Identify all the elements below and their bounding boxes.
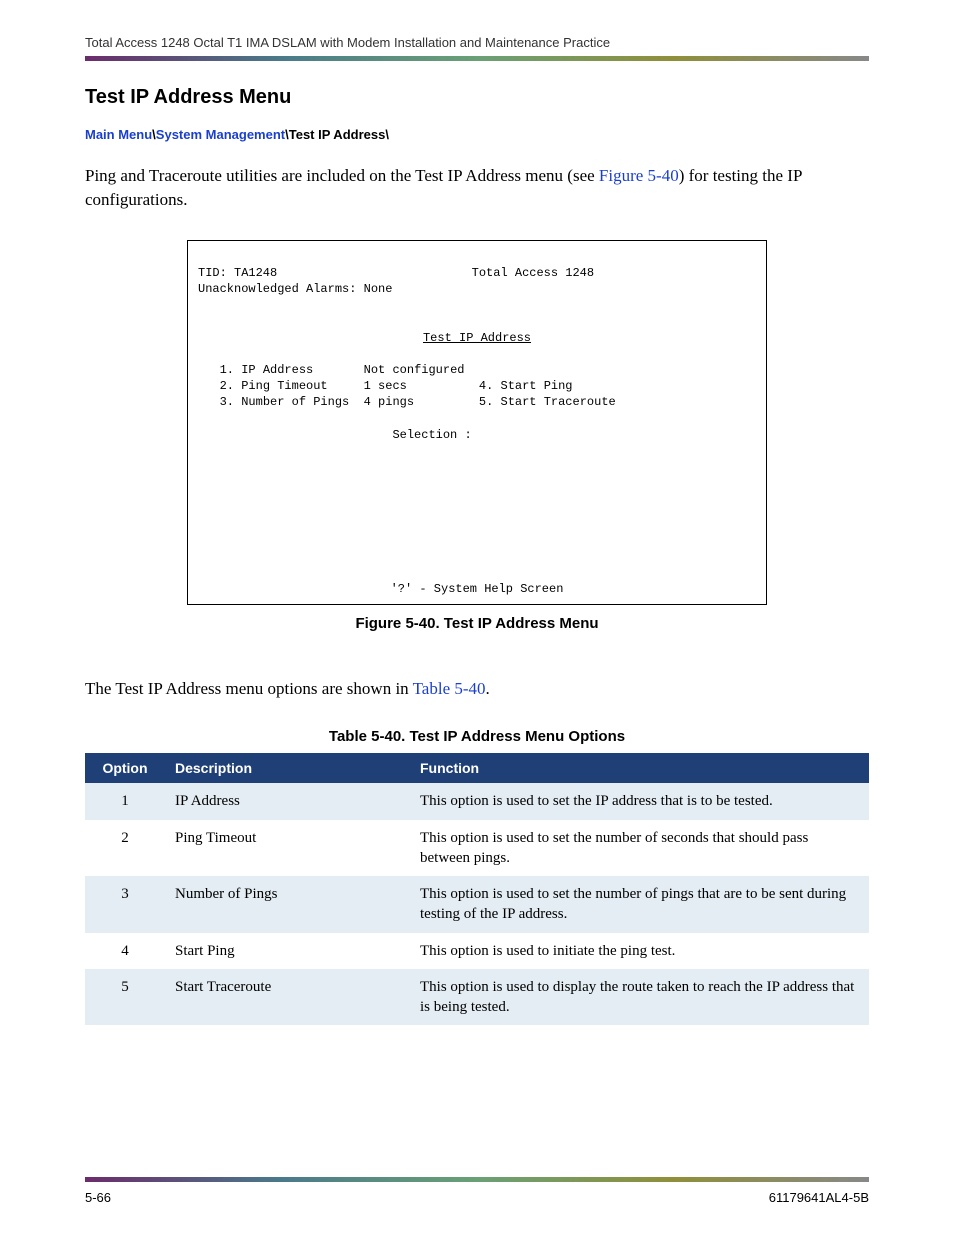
table-row: 4 Start Ping This option is used to init… <box>85 933 869 969</box>
figure-link[interactable]: Figure 5-40 <box>599 166 679 185</box>
t-item4-num: 4. <box>479 379 493 393</box>
t-item2-label: Ping Timeout <box>241 379 327 393</box>
breadcrumb-current: Test IP Address <box>289 127 386 142</box>
cell-option: 1 <box>85 783 165 819</box>
cell-desc: IP Address <box>165 783 410 819</box>
t-item3-label: Number of Pings <box>241 395 349 409</box>
terminal-title: Test IP Address <box>423 331 531 345</box>
terminal-figure: TID: TA1248 Total Access 1248 Unacknowle… <box>187 240 767 605</box>
table-link[interactable]: Table 5-40 <box>413 679 486 698</box>
intro-text-before: Ping and Traceroute utilities are includ… <box>85 166 599 185</box>
cell-option: 3 <box>85 876 165 933</box>
options-table: Option Description Function 1 IP Address… <box>85 753 869 1025</box>
page-footer: 5-66 61179641AL4-5B <box>85 1177 869 1205</box>
th-description: Description <box>165 753 410 783</box>
running-header: Total Access 1248 Octal T1 IMA DSLAM wit… <box>85 35 869 50</box>
terminal-tid: TID: TA1248 <box>198 266 277 280</box>
cell-func: This option is used to set the number of… <box>410 876 869 933</box>
t-item4-label: Start Ping <box>501 379 573 393</box>
mid-text-before: The Test IP Address menu options are sho… <box>85 679 413 698</box>
breadcrumb-link-sysmgmt[interactable]: System Management <box>156 127 285 142</box>
mid-paragraph: The Test IP Address menu options are sho… <box>85 677 869 701</box>
t-item3-val: 4 pings <box>364 395 414 409</box>
terminal-device: Total Access 1248 <box>472 266 594 280</box>
section-title: Test IP Address Menu <box>85 86 869 109</box>
cell-option: 4 <box>85 933 165 969</box>
footer-rule <box>85 1177 869 1182</box>
t-item2-num: 2. <box>220 379 234 393</box>
cell-desc: Ping Timeout <box>165 820 410 877</box>
t-item3-num: 3. <box>220 395 234 409</box>
header-rule <box>85 56 869 61</box>
terminal-help: '?' - System Help Screen <box>188 581 766 597</box>
t-item1-label: IP Address <box>241 363 313 377</box>
breadcrumb: Main Menu\System Management\Test IP Addr… <box>85 127 869 142</box>
t-item5-num: 5. <box>479 395 493 409</box>
t-item2-val: 1 secs <box>364 379 407 393</box>
terminal-screen: TID: TA1248 Total Access 1248 Unacknowle… <box>187 240 767 605</box>
terminal-selection-label: Selection : <box>392 428 471 442</box>
table-row: 5 Start Traceroute This option is used t… <box>85 969 869 1026</box>
cell-func: This option is used to display the route… <box>410 969 869 1026</box>
table-row: 3 Number of Pings This option is used to… <box>85 876 869 933</box>
breadcrumb-link-main[interactable]: Main Menu <box>85 127 152 142</box>
table-row: 2 Ping Timeout This option is used to se… <box>85 820 869 877</box>
t-item5-label: Start Traceroute <box>501 395 616 409</box>
intro-paragraph: Ping and Traceroute utilities are includ… <box>85 164 869 212</box>
t-item1-num: 1. <box>220 363 234 377</box>
cell-desc: Number of Pings <box>165 876 410 933</box>
cell-option: 2 <box>85 820 165 877</box>
figure-caption: Figure 5-40. Test IP Address Menu <box>85 615 869 632</box>
cell-option: 5 <box>85 969 165 1026</box>
table-caption: Table 5-40. Test IP Address Menu Options <box>85 728 869 745</box>
terminal-alarms: Unacknowledged Alarms: None <box>198 282 392 296</box>
th-option: Option <box>85 753 165 783</box>
cell-func: This option is used to initiate the ping… <box>410 933 869 969</box>
t-item1-val: Not configured <box>364 363 465 377</box>
cell-func: This option is used to set the number of… <box>410 820 869 877</box>
doc-number: 61179641AL4-5B <box>769 1190 869 1205</box>
cell-desc: Start Ping <box>165 933 410 969</box>
cell-desc: Start Traceroute <box>165 969 410 1026</box>
table-row: 1 IP Address This option is used to set … <box>85 783 869 819</box>
page-number: 5-66 <box>85 1190 111 1205</box>
table-header-row: Option Description Function <box>85 753 869 783</box>
th-function: Function <box>410 753 869 783</box>
cell-func: This option is used to set the IP addres… <box>410 783 869 819</box>
mid-text-after: . <box>486 679 490 698</box>
